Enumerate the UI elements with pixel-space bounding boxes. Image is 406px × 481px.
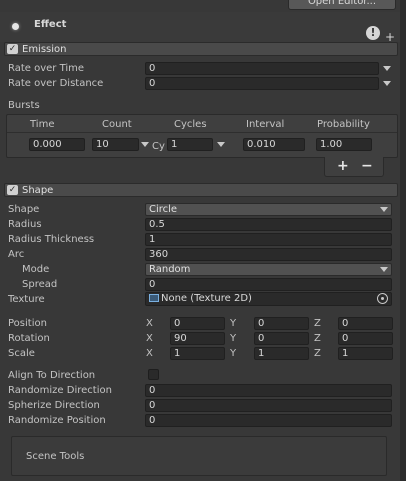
burst-interval-field[interactable]: 0.010 (243, 138, 305, 151)
rate-over-time-field[interactable]: 0 (145, 62, 379, 75)
bursts-header-row: Time Count Cycles Interval Probability (7, 115, 397, 133)
rotation-z-label: Z (314, 333, 321, 344)
rotation-z-field[interactable]: 0 (338, 332, 393, 345)
burst-count-dropdown-icon[interactable] (141, 142, 149, 147)
rotation-y-label: Y (230, 333, 237, 344)
emission-module-header[interactable]: ✓ Emission (4, 42, 398, 56)
bursts-header-interval: Interval (246, 119, 285, 130)
rate-over-distance-curve-dropdown-icon[interactable] (383, 81, 391, 86)
bursts-header-count: Count (102, 119, 132, 130)
radius-thickness-field[interactable]: 1 (145, 233, 392, 246)
rotation-y-field[interactable]: 0 (254, 332, 309, 345)
bursts-label: Bursts (8, 100, 40, 111)
arc-mode-dropdown[interactable]: Random (145, 263, 392, 276)
radius-label: Radius (8, 219, 42, 230)
spread-field[interactable]: 0 (145, 278, 392, 291)
rotation-label: Rotation (8, 333, 50, 344)
shape-module-header[interactable]: ✓ Shape (4, 183, 398, 197)
scale-y-field[interactable]: 1 (254, 347, 309, 360)
position-y-label: Y (230, 318, 237, 329)
position-x-field[interactable]: 0 (170, 317, 225, 330)
burst-cycles-field[interactable]: 1 (167, 138, 213, 151)
randomize-position-field[interactable]: 0 (145, 414, 392, 427)
rate-over-time-label: Rate over Time (8, 63, 85, 74)
shape-title: Shape (22, 185, 54, 196)
bursts-add-remove-bar: + − (324, 157, 384, 177)
rate-over-time-curve-dropdown-icon[interactable] (383, 66, 391, 71)
scene-tools-label: Scene Tools (26, 451, 85, 462)
arc-mode-chevron-icon (380, 267, 388, 272)
burst-time-field[interactable]: 0.000 (29, 138, 85, 151)
bursts-list: Time Count Cycles Interval Probability (6, 114, 398, 158)
emission-enable-checkbox[interactable]: ✓ (7, 44, 18, 54)
burst-probability-field[interactable]: 1.00 (316, 138, 372, 151)
scale-z-field[interactable]: 1 (338, 347, 393, 360)
spherize-direction-label: Spherize Direction (8, 400, 100, 411)
scale-x-label: X (146, 348, 153, 359)
shape-type-dropdown[interactable]: Circle (145, 203, 392, 216)
effect-module-header: Effect ! + (0, 12, 406, 43)
randomize-direction-label: Randomize Direction (8, 385, 112, 396)
bursts-header-probability: Probability (317, 119, 370, 130)
inspector-scrollbar-track[interactable] (400, 0, 406, 481)
position-y-field[interactable]: 0 (254, 317, 309, 330)
radius-thickness-label: Radius Thickness (8, 234, 95, 245)
scene-tools-panel: Scene Tools (11, 436, 387, 476)
scale-z-label: Z (314, 348, 321, 359)
scale-label: Scale (8, 348, 35, 359)
scale-y-label: Y (230, 348, 237, 359)
remove-burst-button[interactable]: − (361, 158, 373, 174)
position-z-label: Z (314, 318, 321, 329)
texture-value: None (Texture 2D) (161, 293, 252, 304)
texture-label: Texture (8, 294, 45, 305)
shape-enable-checkbox[interactable]: ✓ (7, 185, 18, 195)
texture-object-field[interactable]: None (Texture 2D) (145, 292, 392, 306)
arc-field[interactable]: 360 (145, 248, 392, 261)
effect-title: Effect (34, 19, 67, 30)
effect-icon (12, 23, 19, 30)
emission-title: Emission (22, 44, 67, 55)
radius-field[interactable]: 0.5 (145, 218, 392, 231)
align-to-direction-label: Align To Direction (8, 370, 96, 381)
object-picker-icon[interactable] (377, 293, 388, 304)
position-x-label: X (146, 318, 153, 329)
spread-label: Spread (22, 279, 58, 290)
bursts-header-time: Time (30, 119, 55, 130)
scale-x-field[interactable]: 1 (170, 347, 225, 360)
burst-count-field[interactable]: 10 (92, 138, 139, 151)
burst-cycles-prefix: Cy (152, 141, 165, 152)
position-z-field[interactable]: 0 (338, 317, 393, 330)
bursts-header-cycles: Cycles (174, 119, 207, 130)
rotation-x-label: X (146, 333, 153, 344)
align-to-direction-checkbox[interactable] (148, 369, 159, 380)
add-burst-button[interactable]: + (337, 158, 349, 174)
rate-over-distance-label: Rate over Distance (8, 78, 104, 89)
help-icon[interactable]: ! (366, 26, 380, 40)
mode-label: Mode (22, 264, 50, 275)
rotation-x-field[interactable]: 90 (170, 332, 225, 345)
shape-type-label: Shape (8, 204, 40, 215)
spherize-direction-field[interactable]: 0 (145, 399, 392, 412)
rate-over-distance-field[interactable]: 0 (145, 77, 379, 90)
texture-2d-icon (149, 294, 159, 302)
position-label: Position (8, 318, 47, 329)
randomize-position-label: Randomize Position (8, 415, 106, 426)
randomize-direction-field[interactable]: 0 (145, 384, 392, 397)
arc-label: Arc (8, 249, 25, 260)
open-editor-button[interactable]: Open Editor... (288, 0, 396, 10)
shape-type-chevron-icon (380, 207, 388, 212)
burst-cycles-dropdown-icon[interactable] (217, 142, 225, 147)
